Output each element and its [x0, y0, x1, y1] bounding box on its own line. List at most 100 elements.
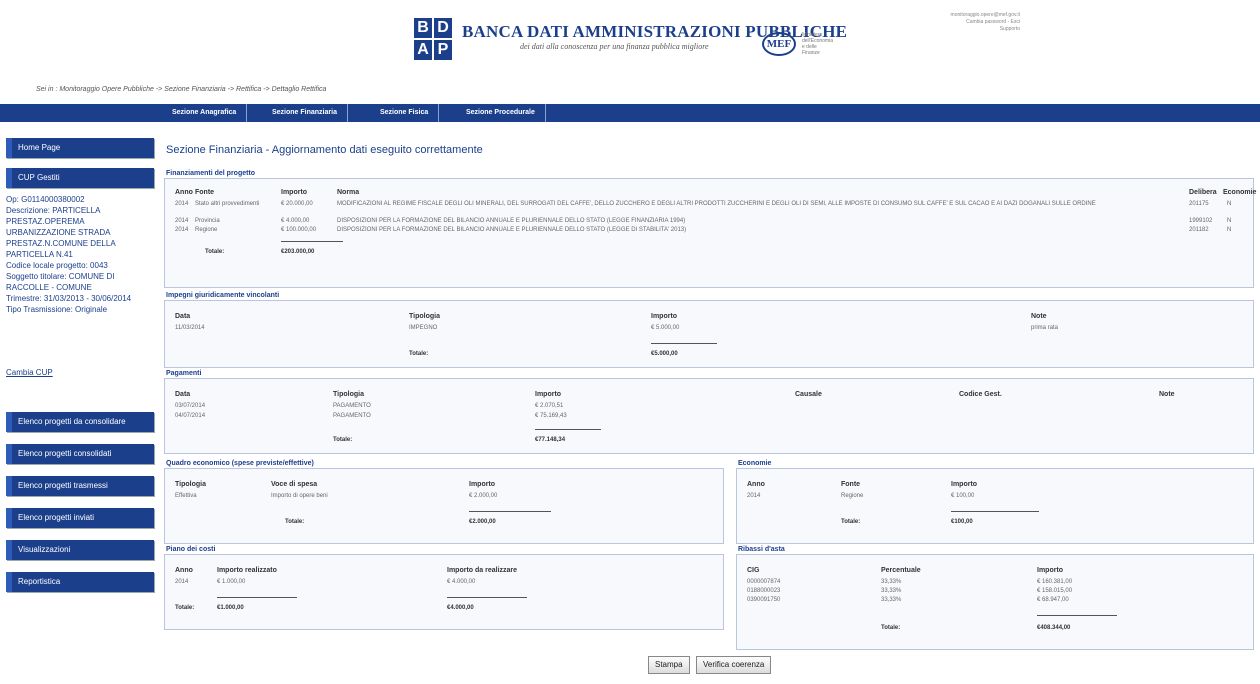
- column-header: Importo: [469, 481, 496, 488]
- sidebar-item-da-consolidare[interactable]: Elenco progetti da consolidare: [6, 412, 154, 432]
- sidebar-item-consolidati[interactable]: Elenco progetti consolidati: [6, 444, 154, 464]
- column-header: Importo realizzato: [217, 567, 277, 574]
- total-value: €2.000,00: [469, 519, 496, 525]
- total-label: Totale:: [409, 351, 429, 357]
- total-divider: [469, 511, 551, 512]
- bdap-logo: B D A P: [414, 18, 452, 60]
- total-divider: [951, 511, 1039, 512]
- logo-letter: A: [414, 40, 432, 60]
- support-link[interactable]: Supporto: [900, 26, 1020, 33]
- project-info-line: PRESTAZ.OPEREMA: [6, 217, 85, 226]
- column-header: CIG: [747, 567, 760, 574]
- total-label: Totale:: [205, 249, 225, 255]
- column-header: Importo: [535, 391, 562, 398]
- page-title: Sezione Finanziaria - Aggiornamento dati…: [166, 144, 483, 156]
- main-content: Sezione Finanziaria - Aggiornamento dati…: [158, 122, 1258, 684]
- site-subtitle: dei dati alla conoscenza per una finanza…: [520, 42, 709, 51]
- column-header: Note: [1159, 391, 1175, 398]
- economie-section: Economie Anno Fonte Importo 2014 Regione…: [736, 460, 1254, 544]
- mef-logo: MEF: [762, 32, 796, 56]
- project-info-line: Codice locale progetto: 0043: [6, 261, 108, 270]
- column-header: Tipologia: [175, 481, 206, 488]
- column-header: Importo: [1037, 567, 1064, 574]
- ribassi-asta-section: Ribassi d'asta CIG Percentuale Importo 0…: [736, 546, 1254, 650]
- column-header: Importo da realizzare: [447, 567, 518, 574]
- piano-costi-section: Piano dei costi Anno Importo realizzato …: [164, 546, 724, 630]
- column-header: Data: [175, 391, 191, 398]
- total-label: Totale:: [285, 519, 305, 525]
- total-divider: [217, 597, 297, 598]
- logo-letter: B: [414, 18, 432, 38]
- project-info-line: URBANIZZAZIONE STRADA: [6, 228, 111, 237]
- sidebar-item-home[interactable]: Home Page: [6, 138, 154, 158]
- total-value: €1.000,00: [217, 605, 244, 611]
- tab-anagrafica[interactable]: Sezione Anagrafica: [162, 104, 248, 122]
- sidebar-item-inviati[interactable]: Elenco progetti inviati: [6, 508, 154, 528]
- quadro-economico-section: Quadro economico (spese previste/effetti…: [164, 460, 724, 544]
- section-title: Finanziamenti del progetto: [164, 170, 260, 177]
- change-cup-link[interactable]: Cambia CUP: [6, 368, 53, 377]
- stampa-button[interactable]: Stampa: [648, 656, 690, 674]
- sidebar-item-trasmessi[interactable]: Elenco progetti trasmessi: [6, 476, 154, 496]
- impegni-section: Impegni giuridicamente vincolanti Data T…: [164, 292, 1254, 368]
- section-title: Piano dei costi: [164, 546, 220, 553]
- user-info: monitoraggio.opere@mef.gov.it Cambia pas…: [900, 12, 1020, 33]
- total-value: €203.000,00: [281, 249, 315, 255]
- column-header: Fonte: [195, 189, 215, 196]
- project-info-line: Trimestre: 31/03/2013 - 30/06/2014: [6, 294, 132, 303]
- column-header: Codice Gest.: [959, 391, 1002, 398]
- total-value: €408.344,00: [1037, 625, 1071, 631]
- column-header: Importo: [651, 313, 678, 320]
- total-label: Totale:: [175, 605, 195, 611]
- total-label: Totale:: [881, 625, 901, 631]
- project-info: Op: G0114000380002 Descrizione: PARTICEL…: [6, 194, 154, 315]
- total-label: Totale:: [841, 519, 861, 525]
- account-links[interactable]: Cambia password - Esci: [900, 19, 1020, 26]
- total-value: €5.000,00: [651, 351, 678, 357]
- verifica-coerenza-button[interactable]: Verifica coerenza: [696, 656, 772, 674]
- pagamenti-section: Pagamenti Data Tipologia Importo Causale…: [164, 370, 1254, 454]
- sidebar-item-reportistica[interactable]: Reportistica: [6, 572, 154, 592]
- sidebar: Home Page CUP Gestiti Op: G0114000380002…: [0, 122, 156, 684]
- mef-logo-text: Ministero dell'Economia e delle Finanze: [802, 32, 833, 56]
- column-header: Percentuale: [881, 567, 921, 574]
- project-info-line: RACCOLLE - COMUNE: [6, 283, 92, 292]
- column-header: Tipologia: [333, 391, 364, 398]
- project-info-line: Op: G0114000380002: [6, 195, 85, 204]
- total-value: €100,00: [951, 519, 973, 525]
- column-header: Tipologia: [409, 313, 440, 320]
- column-header: Voce di spesa: [271, 481, 318, 488]
- page-header: B D A P BANCA DATI AMMINISTRAZIONI PUBBL…: [0, 0, 1260, 93]
- section-title: Economie: [736, 460, 776, 467]
- section-title: Ribassi d'asta: [736, 546, 789, 553]
- total-value: €4.000,00: [447, 605, 474, 611]
- project-info-line: PARTICELLA N.41: [6, 250, 73, 259]
- project-info-line: PRESTAZ.N.COMUNE DELLA: [6, 239, 116, 248]
- column-header: Importo: [281, 189, 308, 196]
- total-divider: [447, 597, 527, 598]
- user-email[interactable]: monitoraggio.opere@mef.gov.it: [900, 12, 1020, 19]
- section-title: Impegni giuridicamente vincolanti: [164, 292, 284, 299]
- logo-letter: P: [434, 40, 452, 60]
- sidebar-item-visualizzazioni[interactable]: Visualizzazioni: [6, 540, 154, 560]
- total-divider: [535, 429, 601, 430]
- section-title: Quadro economico (spese previste/effetti…: [164, 460, 318, 467]
- breadcrumb: Sei in : Monitoraggio Opere Pubbliche ->…: [36, 86, 327, 93]
- column-header: Anno: [175, 567, 193, 574]
- column-header: Causale: [795, 391, 822, 398]
- total-value: €77.148,34: [535, 437, 566, 443]
- tab-finanziaria[interactable]: Sezione Finanziaria: [262, 104, 348, 122]
- section-title: Pagamenti: [164, 370, 206, 377]
- tab-procedurale[interactable]: Sezione Procedurale: [456, 104, 546, 122]
- project-info-line: Tipo Trasmissione: Originale: [6, 305, 108, 314]
- tab-fisica[interactable]: Sezione Fisica: [370, 104, 440, 122]
- column-header: Anno: [175, 189, 193, 196]
- column-header: Fonte: [841, 481, 861, 488]
- total-divider: [651, 343, 717, 344]
- total-label: Totale:: [333, 437, 353, 443]
- sidebar-item-cup[interactable]: CUP Gestiti: [6, 168, 154, 188]
- section-navbar: Sezione Anagrafica Sezione Finanziaria S…: [0, 104, 1260, 122]
- project-info-line: Descrizione: PARTICELLA: [6, 206, 101, 215]
- column-header: Data: [175, 313, 191, 320]
- finanziamenti-section: Finanziamenti del progetto Anno Fonte Im…: [164, 170, 1256, 288]
